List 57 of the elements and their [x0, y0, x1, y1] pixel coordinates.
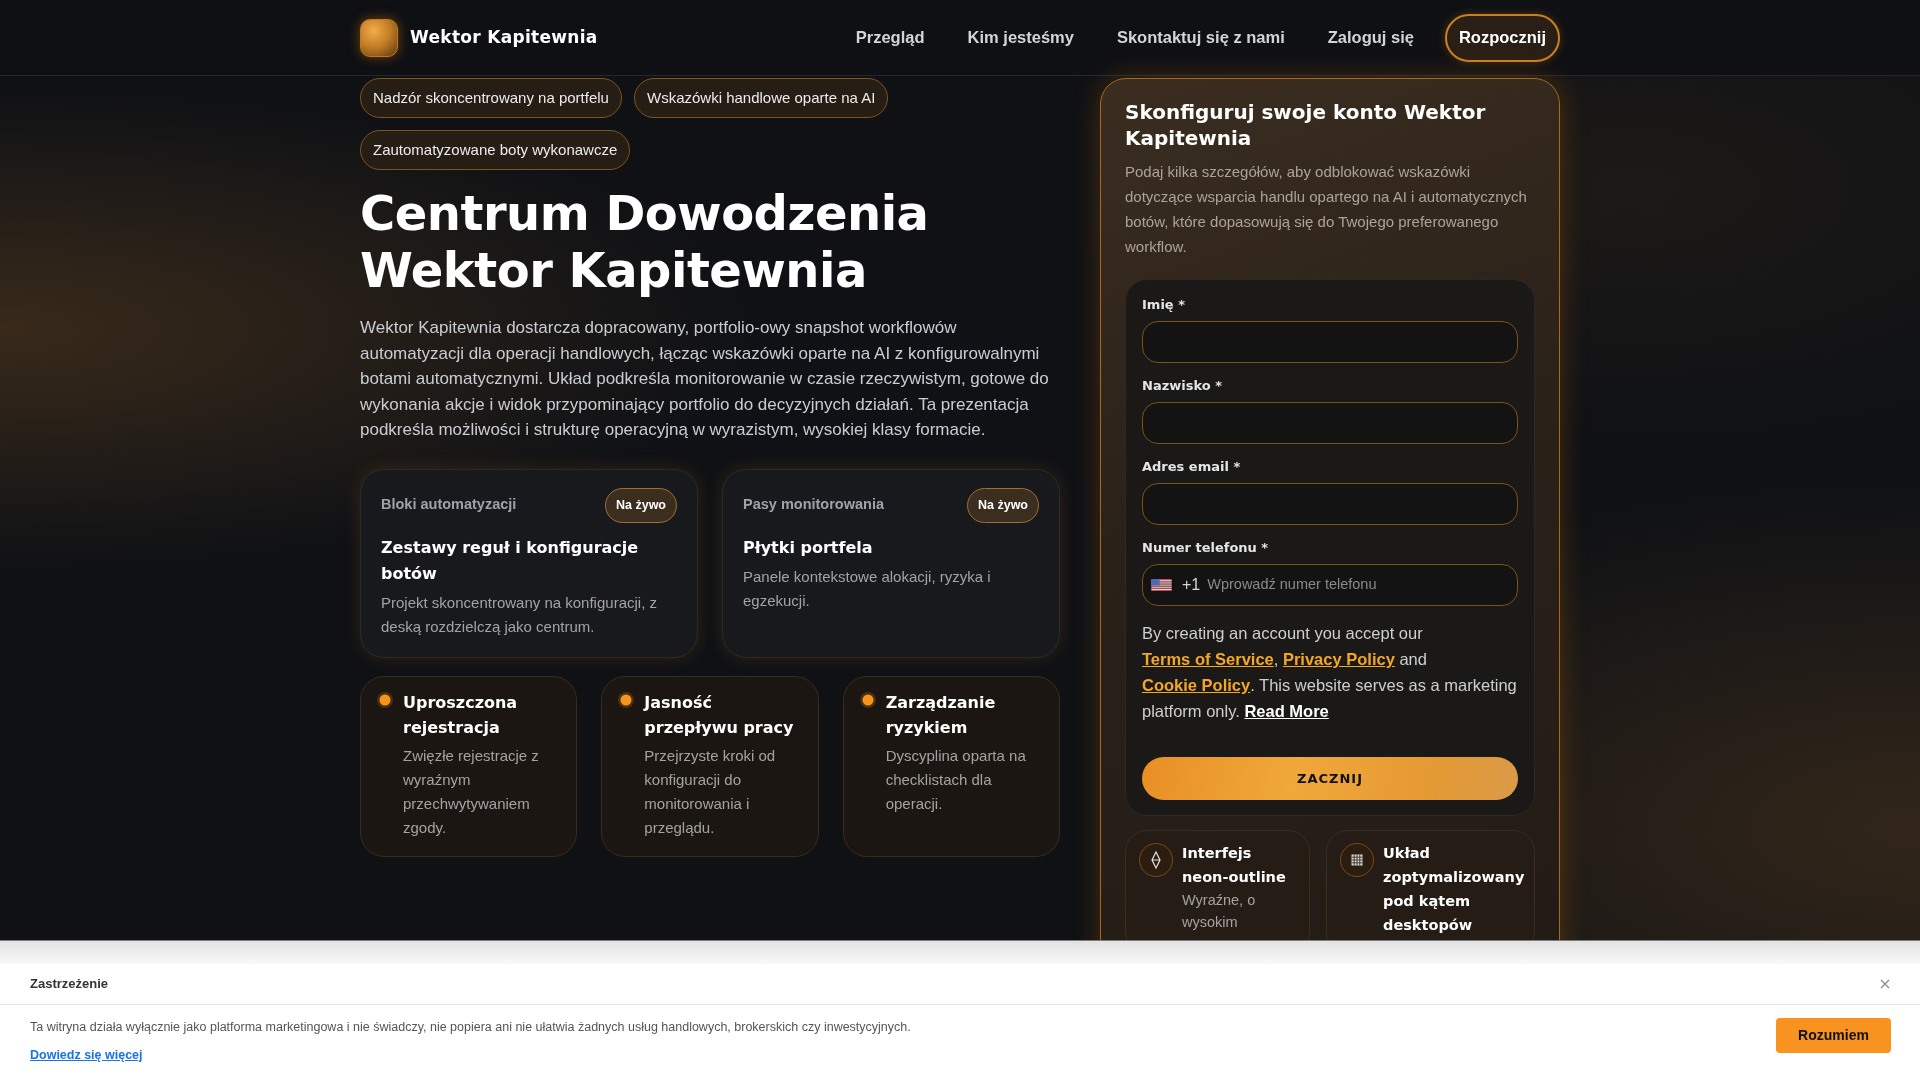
- hero-heading: Centrum Dowodzenia Wektor Kapitewnia: [360, 185, 930, 299]
- card-title: Zestawy reguł i konfiguracje botów: [381, 536, 640, 585]
- disclaimer-text: Ta witryna działa wyłącznie jako platforma marketingowa i nie świadczy, nie popiera ani nie ułatwia żadnych usług handlowych, brokerskich czy inwestycyjnych.: [30, 1019, 911, 1036]
- feature-description: Wyraźne, o wysokim: [1182, 891, 1257, 932]
- logo-icon: [360, 18, 398, 57]
- status-badge: Na żywo: [967, 487, 1039, 523]
- card-title: Płytki portfela: [743, 536, 874, 559]
- feature-tag: Zautomatyzowane boty wykonawcze: [360, 130, 631, 170]
- signup-description: Podaj kilka szczegółów, aby odblokować wskazówki dotyczące wsparcia handlu opartego na AI i automatycznych botów, które dopasowują się do Twojego preferowanego workflow.: [1125, 162, 1528, 257]
- card-description: Projekt skoncentrowany na konfiguracji, z deską rozdzielczą jako centrum.: [381, 592, 658, 637]
- policy-link[interactable]: Privacy Policy: [1282, 650, 1395, 668]
- feature-title: Interfejs neon-outline: [1182, 844, 1287, 887]
- text-input[interactable]: [1142, 483, 1518, 525]
- card-description: Panele kontekstowe alokacji, ryzyka i egzekucji.: [743, 566, 992, 611]
- feature-description: Dyscyplina oparta na checklistach dla operacji.: [885, 745, 1027, 814]
- close-icon: [1880, 979, 1890, 989]
- nav-link[interactable]: Przegląd: [855, 25, 925, 50]
- feature-title: Jasność przepływu pracy: [644, 691, 795, 739]
- learn-more-link[interactable]: Dowiedz się więcej: [30, 1045, 143, 1065]
- dial-code: +1: [1182, 575, 1201, 595]
- submit-button[interactable]: ZACZNIJ: [1142, 757, 1518, 800]
- disclaimer-title: Zastrzeżenie: [30, 975, 109, 994]
- accept-button[interactable]: Rozumiem: [1776, 1018, 1891, 1053]
- brand-name: Wektor Kapitewnia: [410, 25, 598, 49]
- policy-link[interactable]: Cookie Policy: [1142, 676, 1251, 694]
- text-input[interactable]: [1142, 321, 1518, 363]
- read-more-link[interactable]: Read More: [1244, 702, 1329, 720]
- nav-link[interactable]: Kim jesteśmy: [967, 25, 1074, 50]
- policy-link[interactable]: Terms of Service: [1142, 650, 1274, 668]
- feature-description: Zwięzłe rejestracje z wyraźnym przechwytywaniem zgody.: [403, 745, 540, 838]
- status-badge: Na żywo: [605, 487, 677, 523]
- phone-number-input[interactable]: Wprowadź numer telefonu: [1207, 574, 1509, 596]
- feature-tag: Wskazówki handlowe oparte na AI: [633, 78, 889, 118]
- feature-title: Układ zoptymalizowany pod kątem desktopów: [1383, 844, 1526, 935]
- field-label: Imię *: [1142, 296, 1186, 314]
- phone-field[interactable]: +1 Wprowadź numer telefonu: [1142, 564, 1518, 606]
- text-input[interactable]: [1142, 402, 1518, 444]
- nav-link[interactable]: Zaloguj się: [1327, 25, 1414, 50]
- consent-text: By creating an account you accept our Terms of Service, Privacy Policy and Cookie Policy. This website serves as a marketing platform only. Read More: [1142, 623, 1518, 722]
- field-label: Nazwisko *: [1142, 377, 1223, 395]
- bullet-dot-icon: [859, 691, 876, 708]
- feature-title: Uproszczona rejestracja: [403, 691, 519, 739]
- feature-description: Przejrzyste kroki od konfiguracji do monitorowania i przeglądu.: [644, 745, 777, 838]
- nav-link[interactable]: Skontaktuj się z nami: [1116, 25, 1285, 50]
- signup-title: Skonfiguruj swoje konto Wektor Kapitewnia: [1125, 99, 1487, 151]
- card-label: Pasy monitorowania: [743, 495, 884, 515]
- feature-tag: Nadzór skoncentrowany na portfelu: [360, 78, 622, 118]
- feature-title: Zarządzanie ryzykiem: [885, 691, 997, 739]
- get-started-button[interactable]: Rozpocznij: [1444, 13, 1560, 62]
- hero-description: Wektor Kapitewnia dostarcza dopracowany, portfolio-owy snapshot workflowów automatyzacji dla operacji handlowych, łącząc wskazówki oparte na AI z konfigurowalnymi botami automatycznymi. Układ podkreśla monitorowanie w czasie rzeczywistym, gotowe do wykonania akcje i widok przypominający portfolio do decyzyjnych działań. Ta prezentacja podkreśla możliwości i strukturę operacyjną w wyrazistym, wysokiej klasy formacie.: [360, 317, 1050, 442]
- field-label: Adres email *: [1142, 458, 1242, 476]
- field-label: Numer telefonu *: [1142, 539, 1270, 557]
- bullet-dot-icon: [377, 691, 393, 708]
- flag-icon: [1151, 579, 1172, 591]
- bullet-dot-icon: [618, 691, 635, 708]
- grid-icon: [1340, 843, 1374, 877]
- card-label: Bloki automatyzacji: [381, 495, 517, 515]
